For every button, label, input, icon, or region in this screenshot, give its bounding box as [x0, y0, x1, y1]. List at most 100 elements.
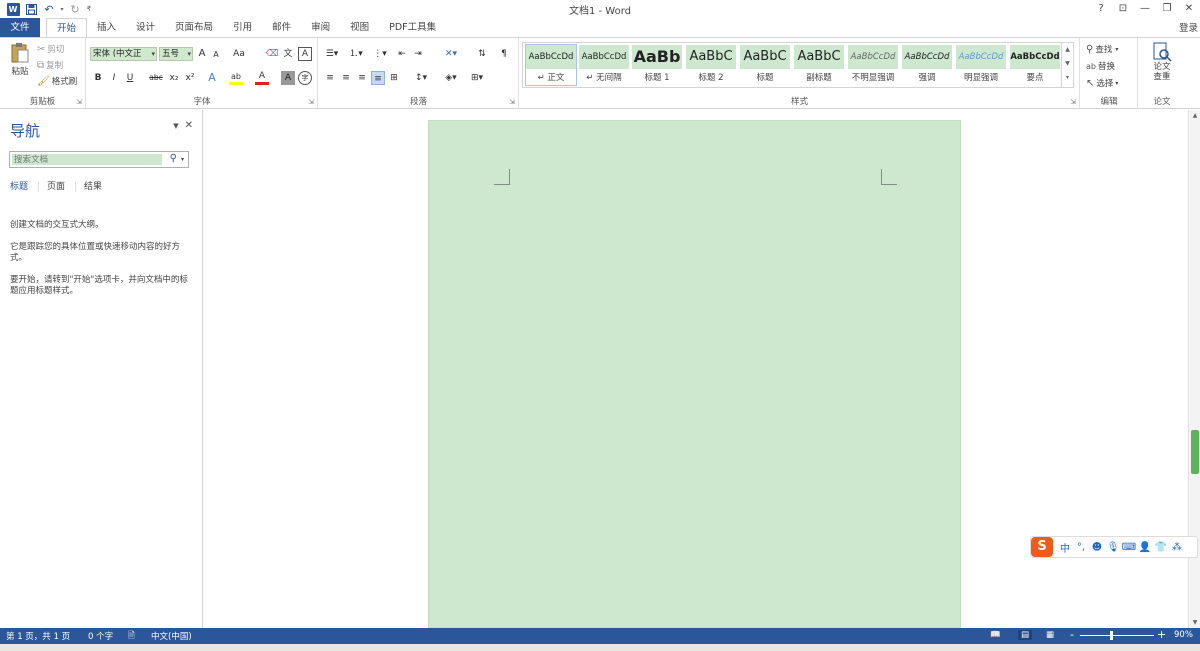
help-button[interactable]: ?: [1090, 0, 1112, 18]
style-heading-2[interactable]: AaBbC 标题 2: [686, 45, 736, 85]
zoom-slider-track[interactable]: [1080, 635, 1154, 636]
chevron-up-icon[interactable]: ▲: [1062, 43, 1073, 57]
numbering-icon[interactable]: ⒈▾: [347, 47, 365, 61]
ribbon-display-button[interactable]: ⊡: [1112, 0, 1134, 18]
show-marks-icon[interactable]: ¶: [497, 47, 511, 61]
restore-button[interactable]: ❐: [1156, 0, 1178, 18]
bullets-icon[interactable]: ☰▾: [323, 47, 341, 61]
proofing-icon[interactable]: 🗎: [128, 630, 135, 644]
subscript-button[interactable]: x₂: [167, 71, 181, 85]
close-button[interactable]: ✕: [1178, 0, 1200, 18]
font-size-combo[interactable]: 五号 ▾: [159, 47, 193, 61]
paragraph-launcher-icon[interactable]: ⇲: [509, 98, 515, 106]
nav-tab-headings[interactable]: 标题: [10, 182, 40, 192]
close-icon[interactable]: ✕: [185, 120, 193, 131]
align-left-icon[interactable]: ≡: [323, 71, 337, 85]
zoom-in-button[interactable]: +: [1157, 628, 1166, 641]
scroll-thumb[interactable]: [1191, 430, 1199, 474]
change-case-button[interactable]: Aa: [229, 47, 249, 61]
shading-icon[interactable]: ◈▾: [441, 71, 461, 85]
copy-button[interactable]: ⧉ 复制: [37, 59, 63, 72]
minimize-button[interactable]: —: [1134, 0, 1156, 18]
style-subtitle[interactable]: AaBbC 副标题: [794, 45, 844, 85]
phonetic-guide-icon[interactable]: 文: [281, 47, 295, 61]
borders-icon[interactable]: ⊞▾: [467, 71, 487, 85]
style-heading-1[interactable]: AaBb 标题 1: [632, 45, 682, 85]
text-effects-button[interactable]: A: [205, 71, 219, 85]
increase-indent-icon[interactable]: ⇥: [411, 47, 425, 61]
highlight-button[interactable]: ab: [229, 71, 243, 85]
superscript-button[interactable]: x²: [183, 71, 197, 85]
justify-icon[interactable]: ≡: [371, 71, 385, 85]
tab-view[interactable]: 视图: [340, 18, 379, 38]
style-normal[interactable]: AaBbCcDd ↵ 正文: [525, 44, 577, 86]
char-border-icon[interactable]: A: [298, 47, 312, 61]
format-painter-button[interactable]: 🖌 格式刷: [37, 75, 77, 88]
chinese-layout-icon[interactable]: ✕▾: [441, 47, 461, 61]
find-button[interactable]: ⚲ 查找 ▾: [1086, 43, 1118, 56]
paste-button[interactable]: 粘贴: [6, 42, 34, 77]
web-layout-icon[interactable]: ▦: [1046, 630, 1054, 640]
align-right-icon[interactable]: ≡: [355, 71, 369, 85]
underline-button[interactable]: U: [123, 71, 137, 85]
zoom-level[interactable]: 90%: [1174, 630, 1193, 640]
italic-button[interactable]: I: [107, 71, 121, 85]
clipboard-launcher-icon[interactable]: ⇲: [76, 98, 82, 106]
emoji-icon[interactable]: ☻: [1089, 542, 1105, 553]
strikethrough-button[interactable]: abc: [147, 71, 165, 85]
font-name-combo[interactable]: 宋体 (中文正 ▾: [90, 47, 157, 61]
ime-mode-toggle[interactable]: 中: [1057, 540, 1073, 555]
style-emphasis[interactable]: AaBbCcDd 强调: [902, 45, 952, 85]
language-indicator[interactable]: 中文(中国): [151, 630, 192, 642]
zoom-out-button[interactable]: -: [1070, 628, 1074, 641]
user-icon[interactable]: 👤: [1137, 542, 1153, 553]
style-no-spacing[interactable]: AaBbCcDd ↵ 无间隔: [579, 45, 629, 85]
nav-tab-pages[interactable]: 页面: [47, 182, 77, 192]
scroll-down-icon[interactable]: ▼: [1189, 619, 1200, 626]
enclose-char-button[interactable]: 字: [298, 71, 312, 85]
paper-check-button[interactable]: 论文查重: [1145, 42, 1179, 82]
sogou-logo-icon[interactable]: S: [1031, 537, 1053, 557]
more-styles-icon[interactable]: ▾: [1062, 71, 1073, 85]
scroll-up-icon[interactable]: ▲: [1189, 112, 1200, 119]
tab-home[interactable]: 开始: [46, 18, 88, 38]
bold-button[interactable]: B: [91, 71, 105, 85]
tab-references[interactable]: 引用: [223, 18, 262, 38]
tab-mailings[interactable]: 邮件: [262, 18, 301, 38]
word-count[interactable]: 0 个字: [88, 630, 113, 642]
login-link[interactable]: 登录: [1179, 20, 1198, 34]
cut-button[interactable]: ✂ 剪切: [37, 43, 64, 56]
decrease-indent-icon[interactable]: ⇤: [395, 47, 409, 61]
tab-page-layout[interactable]: 页面布局: [165, 18, 223, 38]
style-intense-emphasis[interactable]: AaBbCcDd 明显强调: [956, 45, 1006, 85]
keyboard-icon[interactable]: ⌨: [1121, 542, 1137, 553]
line-spacing-icon[interactable]: ↕▾: [411, 71, 431, 85]
sort-icon[interactable]: ⇅: [475, 47, 489, 61]
microphone-icon[interactable]: 🎙: [1105, 542, 1121, 553]
align-center-icon[interactable]: ≡: [339, 71, 353, 85]
read-mode-icon[interactable]: 📖: [990, 630, 1001, 640]
document-page[interactable]: [428, 120, 961, 628]
font-launcher-icon[interactable]: ⇲: [308, 98, 314, 106]
search-icon[interactable]: ⚲ ▾: [170, 153, 184, 164]
chevron-down-icon[interactable]: ▼: [1062, 57, 1073, 71]
nav-search-input[interactable]: [12, 154, 162, 165]
print-layout-icon[interactable]: ▤: [1018, 630, 1033, 640]
style-subtle-emphasis[interactable]: AaBbCcDd 不明显强调: [848, 45, 898, 85]
tab-file[interactable]: 文件: [0, 18, 40, 38]
nav-options-icon[interactable]: ▼: [173, 122, 178, 130]
tab-insert[interactable]: 插入: [87, 18, 126, 38]
skin-icon[interactable]: 👕: [1153, 542, 1169, 553]
clear-format-icon[interactable]: ⌫: [265, 47, 279, 61]
select-button[interactable]: ↖ 选择 ▾: [1086, 77, 1118, 90]
styles-gallery-scroll[interactable]: ▲ ▼ ▾: [1061, 43, 1073, 87]
tab-design[interactable]: 设计: [126, 18, 165, 38]
nav-tab-results[interactable]: 结果: [84, 182, 112, 192]
font-color-button[interactable]: A: [255, 71, 269, 85]
tab-pdf-tools[interactable]: PDF工具集: [379, 18, 446, 38]
styles-launcher-icon[interactable]: ⇲: [1070, 98, 1076, 106]
page-count[interactable]: 第 1 页，共 1 页: [6, 630, 70, 642]
tab-review[interactable]: 审阅: [301, 18, 340, 38]
replace-button[interactable]: ab 替换: [1086, 60, 1115, 73]
char-shading-button[interactable]: A: [281, 71, 295, 85]
